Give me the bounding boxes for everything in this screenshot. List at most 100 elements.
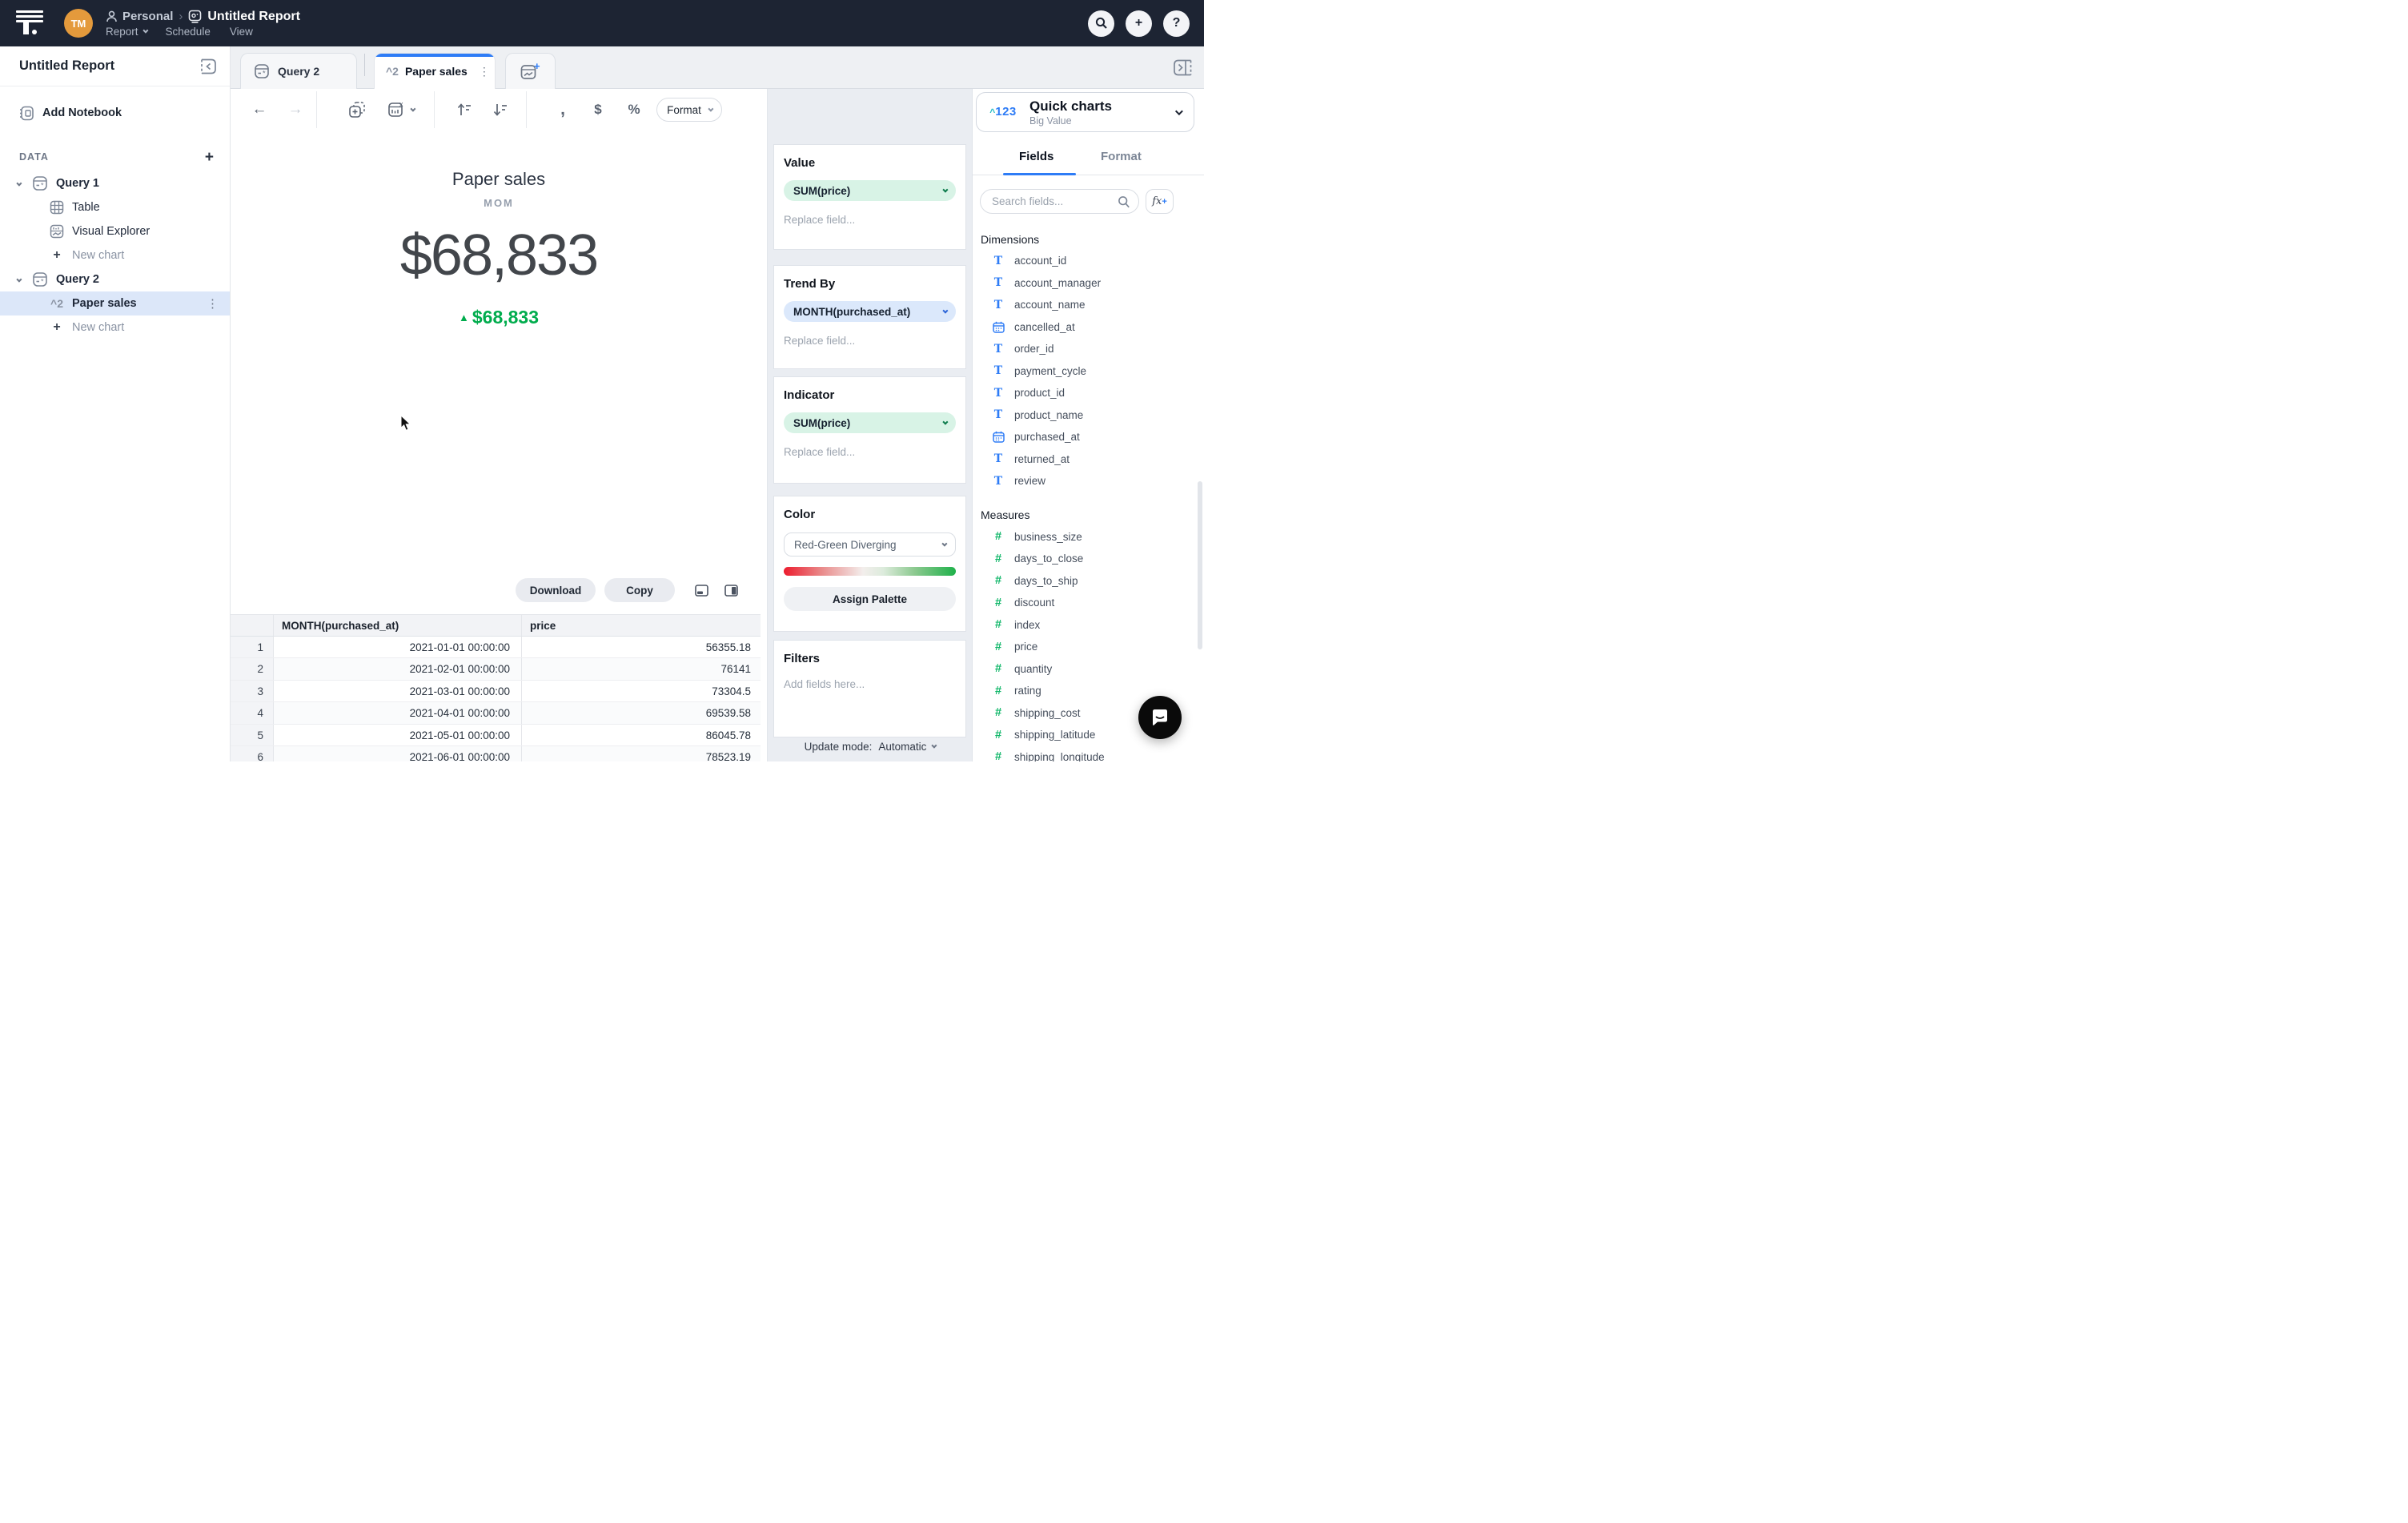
global-search-button[interactable] <box>1088 10 1114 37</box>
add-notebook-button[interactable]: Add Notebook <box>0 99 230 127</box>
field-item-measure[interactable]: # shipping_longitude <box>973 746 1204 762</box>
tab-format[interactable]: Format <box>1101 150 1142 163</box>
field-item-dimension[interactable]: cancelled_at <box>973 316 1204 339</box>
sort-descending-button[interactable] <box>489 89 512 131</box>
expand-results-icon[interactable] <box>724 585 738 597</box>
chevron-down-icon[interactable] <box>16 273 22 286</box>
chevron-down-icon[interactable] <box>16 177 22 190</box>
trend-by-card-title: Trend By <box>784 277 836 291</box>
field-item-measure[interactable]: # quantity <box>973 658 1204 681</box>
field-item-dimension[interactable]: Tproduct_id <box>973 382 1204 404</box>
field-item-measure[interactable]: # business_size <box>973 526 1204 549</box>
sidebar-item-paper-sales[interactable]: ^2 Paper sales ⋮ <box>0 291 230 315</box>
currency-format-button[interactable]: $ <box>589 89 607 131</box>
tab-new-chart[interactable]: + <box>505 53 556 89</box>
query-icon: * <box>255 64 269 78</box>
chart-title: Paper sales <box>451 169 546 189</box>
results-section: Download Copy MONTH(purchased_at) price … <box>231 573 767 762</box>
sidebar-item-new-chart-query1[interactable]: + New chart <box>0 243 230 267</box>
field-item-measure[interactable]: # price <box>973 636 1204 658</box>
sort-ascending-button[interactable] <box>453 89 476 131</box>
field-item-measure[interactable]: # days_to_ship <box>973 570 1204 593</box>
sidebar-item-query1[interactable]: * Query 1 <box>0 171 230 195</box>
search-fields-input[interactable] <box>992 195 1114 207</box>
field-item-measure[interactable]: # days_to_close <box>973 548 1204 570</box>
sidebar-item-new-chart-query2[interactable]: + New chart <box>0 315 230 340</box>
tab-divider <box>364 54 365 76</box>
price-column-header[interactable]: price <box>522 615 761 636</box>
field-item-dimension[interactable]: purchased_at <box>973 426 1204 448</box>
format-dropdown[interactable]: Format <box>656 98 722 122</box>
value-field-pill[interactable]: SUM(price) <box>784 180 956 201</box>
collapse-results-icon[interactable] <box>695 585 708 597</box>
field-item-dimension[interactable]: Torder_id <box>973 338 1204 360</box>
delete-chart-button[interactable]: x <box>383 89 418 131</box>
avatar[interactable]: TM <box>64 9 93 38</box>
app-logo-icon[interactable] <box>16 10 45 36</box>
assign-palette-button[interactable]: Assign Palette <box>784 587 956 611</box>
trend-field-pill[interactable]: MONTH(purchased_at) <box>784 301 956 322</box>
menu-schedule[interactable]: Schedule <box>166 26 211 38</box>
indicator-field-pill[interactable]: SUM(price) <box>784 412 956 433</box>
chevron-down-icon <box>942 187 949 193</box>
download-button[interactable]: Download <box>516 578 596 602</box>
field-item-measure[interactable]: # index <box>973 614 1204 637</box>
report-title-crumb[interactable]: Untitled Report <box>188 10 300 24</box>
table-row[interactable]: 3 2021-03-01 00:00:00 73304.5 <box>231 680 761 702</box>
copy-button[interactable]: Copy <box>604 578 675 602</box>
update-mode-label: Update mode: <box>804 741 873 753</box>
value-replace-field[interactable]: Replace field... <box>784 214 956 226</box>
collapse-sidebar-icon[interactable] <box>198 58 217 74</box>
thousands-separator-button[interactable]: , <box>554 89 572 131</box>
quick-charts-selector[interactable]: ^123 Quick charts Big Value <box>976 92 1194 132</box>
percent-format-button[interactable]: % <box>625 89 643 131</box>
duplicate-chart-button[interactable] <box>346 89 368 131</box>
field-item-measure[interactable]: # discount <box>973 592 1204 614</box>
menu-report[interactable]: Report <box>106 26 148 38</box>
workspace-crumb[interactable]: Personal <box>106 10 173 23</box>
sidebar-item-table[interactable]: Table <box>0 195 230 219</box>
field-item-dimension[interactable]: Taccount_name <box>973 294 1204 316</box>
kebab-menu-icon[interactable]: ⋮ <box>207 296 219 311</box>
tab-paper-sales-active[interactable]: ^2 Paper sales ⋮ <box>374 53 496 89</box>
create-new-button[interactable]: + <box>1126 10 1152 37</box>
filters-add-fields[interactable]: Add fields here... <box>784 678 956 690</box>
table-row[interactable]: 5 2021-05-01 00:00:00 86045.78 <box>231 724 761 746</box>
sidebar-item-query2[interactable]: * Query 2 <box>0 267 230 291</box>
measures-header: Measures <box>981 508 1030 521</box>
table-row[interactable]: 6 2021-06-01 00:00:00 78523.19 <box>231 746 761 762</box>
table-row[interactable]: 4 2021-04-01 00:00:00 69539.58 <box>231 702 761 725</box>
add-query-button[interactable]: + <box>205 150 214 165</box>
undo-button[interactable]: ← <box>250 89 269 131</box>
text-type-icon: T <box>993 386 1003 400</box>
tab-fields[interactable]: Fields <box>1019 150 1054 163</box>
add-formula-button[interactable]: fx + <box>1146 189 1174 214</box>
scrollbar-thumb[interactable] <box>1198 481 1202 649</box>
palette-select[interactable]: Red-Green Diverging <box>784 532 956 557</box>
field-item-dimension[interactable]: Treview <box>973 470 1204 492</box>
svg-text:x: x <box>399 101 403 108</box>
chat-support-button[interactable] <box>1138 696 1182 739</box>
plus-icon: + <box>53 248 61 262</box>
field-item-dimension[interactable]: Taccount_id <box>973 250 1204 272</box>
redo-button[interactable]: → <box>286 89 305 131</box>
field-item-dimension[interactable]: Taccount_manager <box>973 272 1204 295</box>
menu-view[interactable]: View <box>230 26 253 38</box>
month-column-header[interactable]: MONTH(purchased_at) <box>274 615 522 636</box>
update-mode-row: Update mode: Automatic <box>768 741 972 753</box>
collapse-right-panel-icon[interactable] <box>1173 59 1193 76</box>
field-item-dimension[interactable]: Treturned_at <box>973 448 1204 471</box>
indicator-replace-field[interactable]: Replace field... <box>784 446 956 458</box>
sidebar-item-visual-explorer[interactable]: Visual Explorer <box>0 219 230 243</box>
trend-replace-field[interactable]: Replace field... <box>784 335 956 347</box>
help-button[interactable]: ? <box>1163 10 1190 37</box>
update-mode-select[interactable]: Automatic <box>878 741 937 753</box>
table-row[interactable]: 1 2021-01-01 00:00:00 56355.18 <box>231 636 761 658</box>
field-item-dimension[interactable]: Tproduct_name <box>973 404 1204 427</box>
table-row[interactable]: 2 2021-02-01 00:00:00 76141 <box>231 658 761 681</box>
field-item-dimension[interactable]: Tpayment_cycle <box>973 360 1204 383</box>
tab-kebab-menu-icon[interactable]: ⋮ <box>479 65 490 78</box>
sort-descending-icon <box>493 104 507 116</box>
tab-query2[interactable]: * Query 2 <box>240 53 357 89</box>
chart-subtitle: MOM <box>484 197 514 209</box>
